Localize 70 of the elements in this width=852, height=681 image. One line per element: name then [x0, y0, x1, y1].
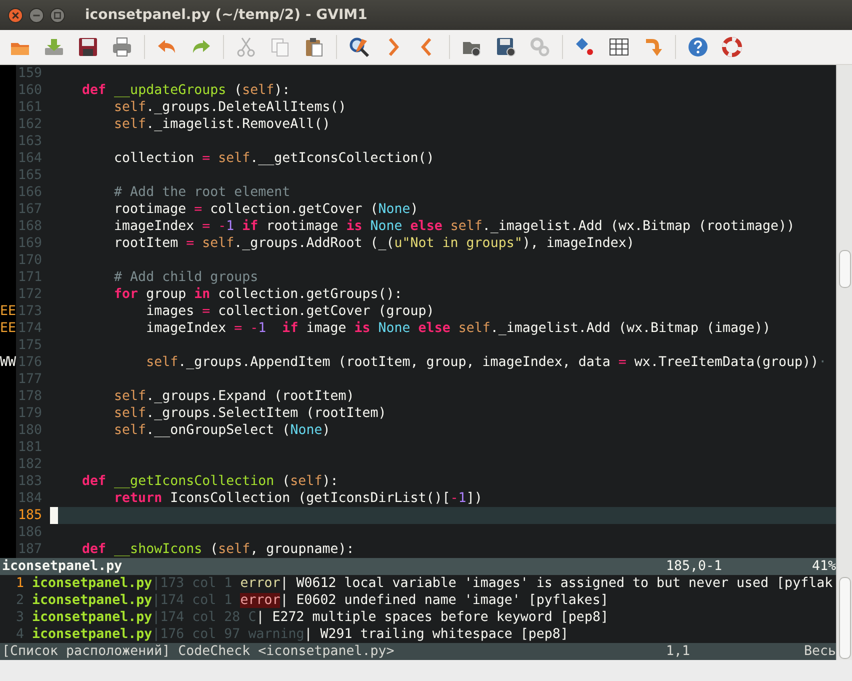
line-number: 163: [16, 133, 43, 150]
line-number: 170: [16, 252, 43, 269]
code-line: self._groups.Expand (rootItem): [113, 388, 354, 405]
code-line: self._imagelist.RemoveAll(): [113, 116, 330, 133]
line-number: 164: [16, 150, 43, 167]
line-number: 174: [16, 320, 43, 337]
code-line: collection = self.__getIconsCollection(): [113, 150, 434, 167]
code-line: self.__onGroupSelect (None): [113, 422, 330, 439]
line-number: 182: [16, 456, 43, 473]
code-line: self._groups.SelectItem (rootItem): [113, 405, 386, 422]
line-number: 179: [16, 405, 43, 422]
close-button[interactable]: [8, 8, 23, 22]
line-number: 159: [16, 65, 43, 82]
line-number: 186: [16, 524, 43, 541]
code-line: # Add the root element: [113, 184, 290, 201]
code-line: def __showIcons (self, groupname):: [81, 541, 354, 558]
line-number: 162: [16, 116, 43, 133]
scrollbar[interactable]: [836, 575, 852, 660]
maximize-button[interactable]: [50, 8, 65, 22]
scrollbar-thumb[interactable]: [839, 250, 851, 288]
code-line: images = collection.getCover (group): [145, 303, 434, 320]
line-number: 167: [16, 201, 43, 218]
code-line: self._groups.DeleteAllItems(): [113, 99, 346, 116]
line-number: 169: [16, 235, 43, 252]
code-line: self._groups.AppendItem (rootItem, group, imageIndex, data = wx.TreeItemData(group))·: [145, 354, 827, 371]
code-line: rootItem = self._groups.AddRoot (_(u"Not in groups"), imageIndex): [113, 235, 634, 252]
line-number: 183: [16, 473, 43, 490]
line-number: 171: [16, 269, 43, 286]
line-number: 168: [16, 218, 43, 235]
buffer-name: [Список расположений] CodeCheck <iconsetpanel.py>: [2, 643, 396, 660]
window-title: iconsetpanel.py (~/temp/2) - GVIM1: [85, 7, 368, 23]
code-line: # Add child groups: [113, 269, 258, 286]
scrollbar-thumb[interactable]: [839, 577, 851, 659]
code-line: imageIndex = -1 if rootimage is None else self._imagelist.Add (wx.Bitmap (rootimage)): [113, 218, 795, 235]
line-number: 187: [16, 541, 43, 558]
scrollbar[interactable]: [836, 65, 852, 575]
code-line: def __getIconsCollection (self):: [81, 473, 338, 490]
line-number: 172: [16, 286, 43, 303]
error-sign: EE: [0, 321, 16, 336]
file-name: iconsetpanel.py: [2, 558, 124, 575]
quickfix-entry[interactable]: 2 iconsetpanel.py|174 col 1 error| E0602 undefined name 'image' [pyflakes]: [0, 592, 836, 609]
warning-sign: WW: [0, 355, 16, 370]
scroll-percent: 41%: [810, 558, 836, 575]
line-number: 177: [16, 371, 43, 388]
text-cursor: [50, 507, 58, 524]
line-number: 165: [16, 167, 43, 184]
line-number: 178: [16, 388, 43, 405]
code-line: return IconsCollection (getIconsDirList()[-1]): [113, 490, 482, 507]
code-line: rootimage = collection.getCover (None): [113, 201, 418, 218]
cursor-position: 185,0-1: [666, 558, 724, 575]
line-number: 161: [16, 99, 43, 116]
quickfix-entry[interactable]: 4 iconsetpanel.py|176 col 97 warning| W291 trailing whitespace [pep8]: [0, 626, 836, 643]
line-number: 184: [16, 490, 43, 507]
code-line: def __updateGroups (self):: [81, 82, 290, 99]
line-number: 160: [16, 82, 43, 99]
error-sign: EE: [0, 304, 16, 319]
quickfix-entry[interactable]: 1 iconsetpanel.py|173 col 1 error| W0612 local variable 'images' is assigned to but never used [pyflak: [0, 575, 836, 592]
quickfix-entry[interactable]: 3 iconsetpanel.py|174 col 28 C| E272 multiple spaces before keyword [pep8]: [0, 609, 836, 626]
code-line: for group in collection.getGroups():: [113, 286, 402, 303]
scroll-percent: Весь: [802, 643, 836, 660]
line-number: 173: [16, 303, 43, 320]
cursor-position: 1,1: [666, 643, 692, 660]
line-number: 166: [16, 184, 43, 201]
line-number: 175: [16, 337, 43, 354]
line-number: 181: [16, 439, 43, 456]
minimize-button[interactable]: [29, 8, 44, 22]
line-number: 185: [16, 507, 43, 524]
line-number: 180: [16, 422, 43, 439]
line-number: 176: [16, 354, 43, 371]
code-line: imageIndex = -1 if image is None else self._imagelist.Add (wx.Bitmap (image)): [145, 320, 771, 337]
